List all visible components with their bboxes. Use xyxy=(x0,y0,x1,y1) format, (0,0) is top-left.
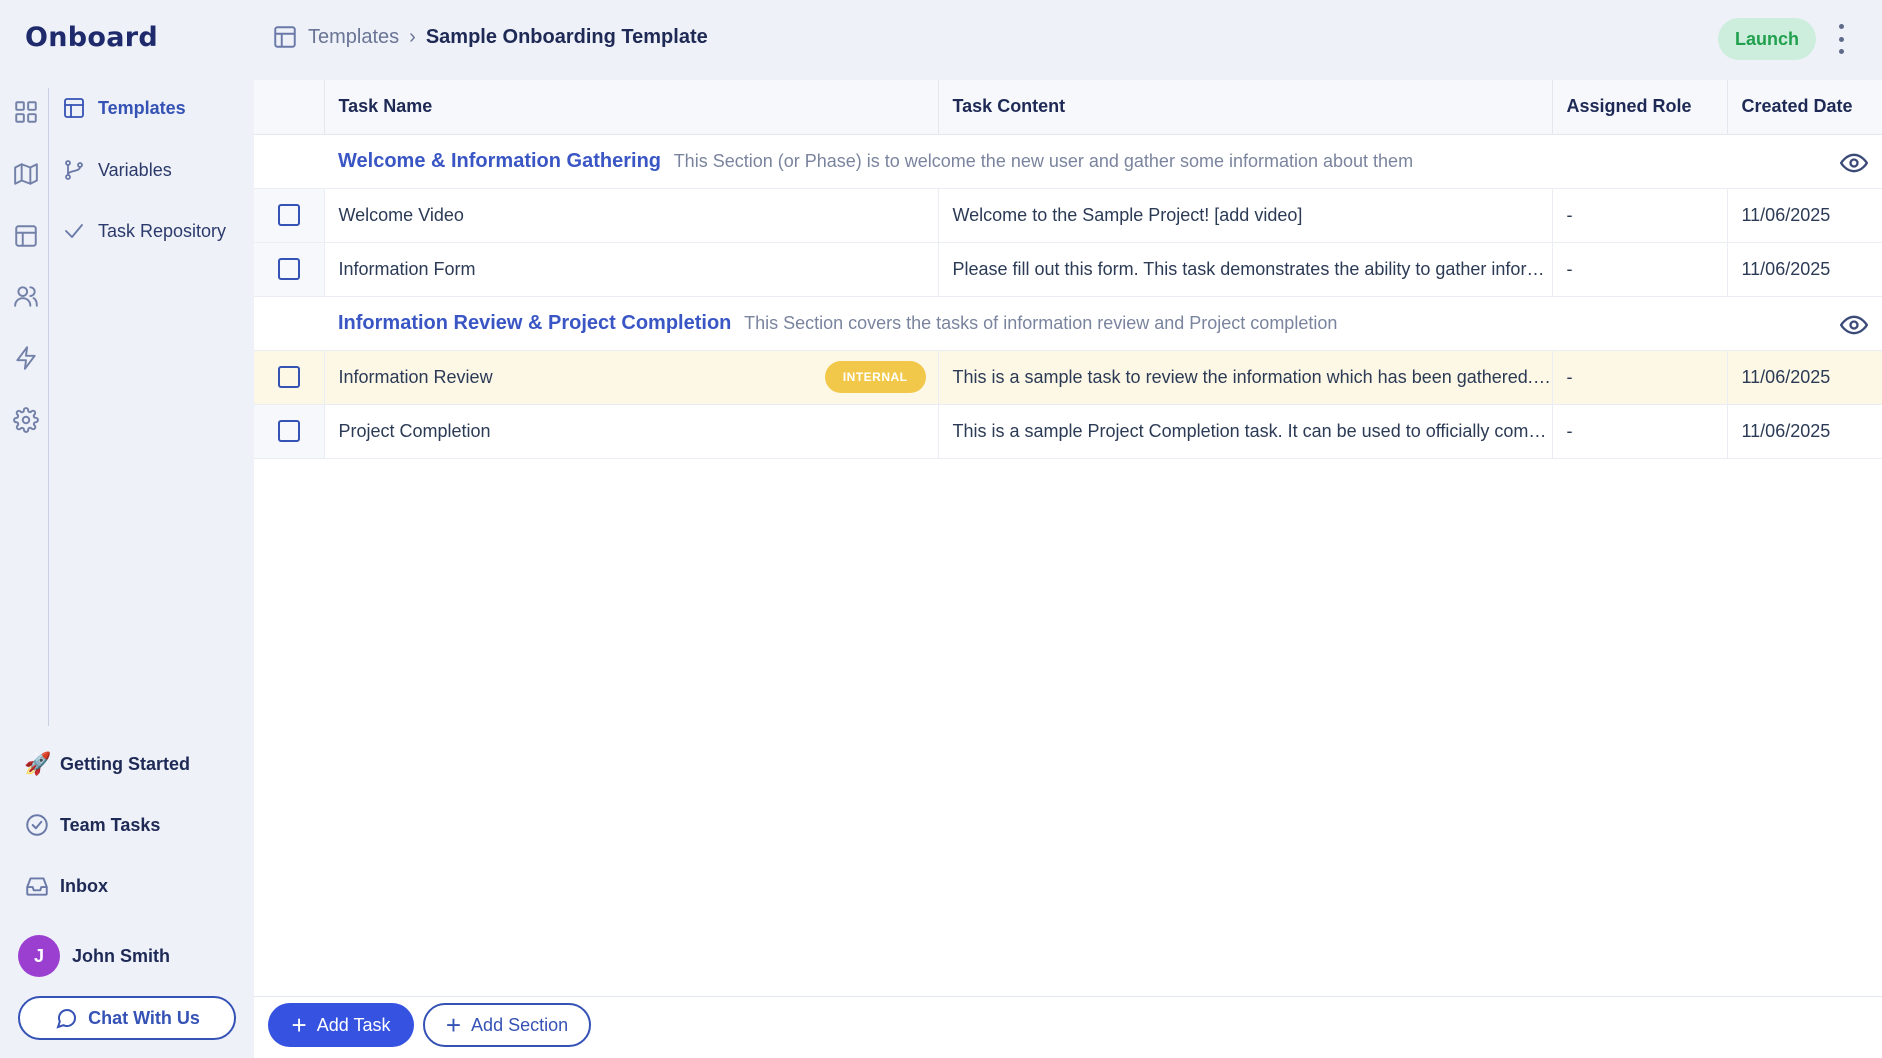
task-name: Information Review xyxy=(338,366,493,387)
section-title[interactable]: Information Review & Project Completion xyxy=(338,312,731,334)
getting-started-link[interactable]: 🚀 Getting Started xyxy=(24,746,224,782)
template-icon[interactable] xyxy=(12,222,40,250)
getting-started-label: Getting Started xyxy=(60,753,191,774)
column-header-created-date[interactable]: Created Date xyxy=(1727,80,1882,135)
task-table-panel: Task Name Task Content Assigned Role Cre… xyxy=(254,80,1882,1058)
app-logo[interactable]: Onboard xyxy=(25,22,158,53)
task-content: Please fill out this form. This task dem… xyxy=(938,242,1553,297)
column-header-assigned-role[interactable]: Assigned Role xyxy=(1552,80,1728,135)
table-header-row: Task Name Task Content Assigned Role Cre… xyxy=(254,80,1882,135)
section-row[interactable]: Welcome & Information Gathering This Sec… xyxy=(254,134,1882,189)
task-name[interactable]: Information Form xyxy=(324,242,939,297)
settings-gear-icon[interactable] xyxy=(12,406,40,434)
inbox-link[interactable]: Inbox xyxy=(24,868,224,904)
created-date: 11/06/2025 xyxy=(1727,404,1882,459)
map-icon[interactable] xyxy=(12,160,40,188)
add-task-label: Add Task xyxy=(316,1014,391,1035)
task-content: This is a sample task to review the info… xyxy=(938,350,1553,405)
task-content: Welcome to the Sample Project! [add vide… xyxy=(938,188,1553,243)
template-icon xyxy=(64,98,84,118)
internal-badge: INTERNAL xyxy=(824,361,926,393)
row-checkbox-cell xyxy=(254,404,325,459)
subnav-item-label: Task Repository xyxy=(98,220,227,241)
table-row[interactable]: Project Completion This is a sample Proj… xyxy=(254,404,1882,459)
eye-icon[interactable] xyxy=(1839,149,1869,182)
table-row[interactable]: Information Review INTERNAL This is a sa… xyxy=(254,350,1882,405)
more-options-icon[interactable] xyxy=(1834,24,1848,54)
section-description: This Section covers the tasks of informa… xyxy=(744,312,1338,333)
branch-icon xyxy=(65,160,83,180)
team-tasks-label: Team Tasks xyxy=(60,814,161,835)
dashboard-grid-icon[interactable] xyxy=(12,98,40,126)
user-profile[interactable]: J John Smith xyxy=(18,935,170,977)
task-content: This is a sample Project Completion task… xyxy=(938,404,1553,459)
eye-icon[interactable] xyxy=(1839,311,1869,344)
lightning-icon[interactable] xyxy=(12,344,40,372)
task-name-cell[interactable]: Information Review INTERNAL xyxy=(324,350,939,405)
chat-with-us-button[interactable]: Chat With Us xyxy=(18,996,236,1040)
section-row[interactable]: Information Review & Project Completion … xyxy=(254,296,1882,351)
page-header: Templates › Sample Onboarding Template L… xyxy=(254,0,1882,78)
assigned-role: - xyxy=(1552,350,1728,405)
row-checkbox-cell xyxy=(254,188,325,243)
section-title[interactable]: Welcome & Information Gathering xyxy=(338,150,661,172)
section-header: Welcome & Information Gathering This Sec… xyxy=(324,134,1882,189)
subnav-item-label: Variables xyxy=(98,159,172,180)
table-row[interactable]: Information Form Please fill out this fo… xyxy=(254,242,1882,297)
chevron-right-icon: › xyxy=(409,25,416,48)
created-date: 11/06/2025 xyxy=(1727,188,1882,243)
subnav-item-templates[interactable]: Templates xyxy=(62,88,247,128)
chat-bubble-icon xyxy=(56,1009,77,1029)
rocket-icon: 🚀 xyxy=(24,751,52,776)
breadcrumb-templates-link[interactable]: Templates xyxy=(308,26,399,49)
add-section-button[interactable]: + Add Section xyxy=(423,1003,591,1047)
inbox-icon xyxy=(26,877,48,896)
row-checkbox[interactable] xyxy=(277,204,300,227)
rail-divider xyxy=(48,88,49,726)
section-header: Information Review & Project Completion … xyxy=(324,296,1882,351)
row-checkbox[interactable] xyxy=(277,258,300,281)
row-checkbox[interactable] xyxy=(277,366,300,389)
created-date: 11/06/2025 xyxy=(1727,350,1882,405)
column-header-task-content[interactable]: Task Content xyxy=(938,80,1553,135)
user-name: John Smith xyxy=(72,945,170,966)
users-icon[interactable] xyxy=(12,282,40,310)
task-name[interactable]: Project Completion xyxy=(324,404,939,459)
plus-icon: + xyxy=(291,1010,307,1040)
inbox-label: Inbox xyxy=(60,875,108,896)
task-table: Task Name Task Content Assigned Role Cre… xyxy=(254,80,1882,459)
plus-icon: + xyxy=(445,1010,462,1040)
app-root: Onboard Templates Variables Task Reposit… xyxy=(0,0,1882,1058)
table-row[interactable]: Welcome Video Welcome to the Sample Proj… xyxy=(254,188,1882,243)
avatar: J xyxy=(18,935,60,977)
launch-button[interactable]: Launch xyxy=(1718,18,1816,60)
page-title: Sample Onboarding Template xyxy=(425,25,708,48)
row-checkbox[interactable] xyxy=(277,420,300,443)
assigned-role: - xyxy=(1552,242,1728,297)
row-checkbox-cell xyxy=(254,350,325,405)
row-checkbox-cell xyxy=(254,242,325,297)
section-description: This Section (or Phase) is to welcome th… xyxy=(673,150,1414,171)
column-header-task-name[interactable]: Task Name xyxy=(324,80,939,135)
chat-with-us-label: Chat With Us xyxy=(88,1007,200,1028)
select-column-header xyxy=(254,80,325,135)
table-footer: + Add Task + Add Section xyxy=(254,996,1882,1058)
team-tasks-link[interactable]: Team Tasks xyxy=(24,807,224,843)
check-icon xyxy=(65,224,83,238)
subnav-item-task-repository[interactable]: Task Repository xyxy=(62,211,247,251)
add-task-button[interactable]: + Add Task xyxy=(268,1003,414,1047)
subnav-item-variables[interactable]: Variables xyxy=(62,150,247,190)
sidebar: Onboard Templates Variables Task Reposit… xyxy=(0,0,254,1058)
add-section-label: Add Section xyxy=(471,1014,569,1035)
assigned-role: - xyxy=(1552,188,1728,243)
breadcrumb: Templates › Sample Onboarding Template xyxy=(272,24,708,50)
check-circle-icon xyxy=(26,814,48,836)
assigned-role: - xyxy=(1552,404,1728,459)
created-date: 11/06/2025 xyxy=(1727,242,1882,297)
task-name[interactable]: Welcome Video xyxy=(324,188,939,243)
subnav-item-label: Templates xyxy=(98,97,186,118)
template-icon xyxy=(274,26,296,48)
